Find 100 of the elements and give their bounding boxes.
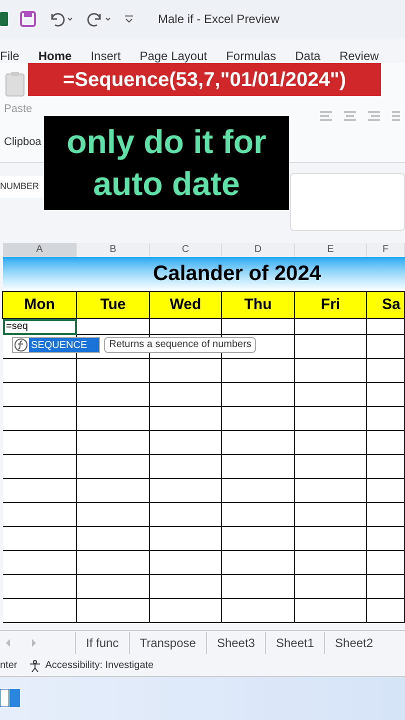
table-cell[interactable] <box>295 359 367 383</box>
table-cell[interactable] <box>295 335 367 359</box>
align-text-icon[interactable] <box>320 111 400 123</box>
table-cell[interactable] <box>3 503 77 527</box>
table-cell[interactable] <box>295 383 367 407</box>
column-header[interactable]: F <box>367 243 405 257</box>
table-cell[interactable] <box>3 455 77 479</box>
table-cell[interactable] <box>367 407 405 431</box>
table-cell[interactable] <box>367 599 405 623</box>
table-cell[interactable] <box>295 479 367 503</box>
table-cell[interactable] <box>77 455 150 479</box>
table-cell[interactable] <box>77 479 150 503</box>
column-header[interactable]: C <box>150 243 222 257</box>
table-cell[interactable] <box>150 479 222 503</box>
table-cell[interactable] <box>295 599 367 623</box>
table-cell[interactable] <box>77 359 150 383</box>
table-cell[interactable] <box>367 335 405 359</box>
ribbon-tab[interactable]: Page Layout <box>140 49 208 63</box>
table-cell[interactable] <box>150 527 222 551</box>
column-header[interactable]: B <box>77 243 150 257</box>
table-cell[interactable] <box>367 431 405 455</box>
redo-icon[interactable] <box>86 11 112 27</box>
name-box[interactable]: NUMBER <box>0 176 43 198</box>
table-cell[interactable] <box>77 527 150 551</box>
ribbon-tab[interactable]: Home <box>38 49 72 63</box>
table-cell[interactable] <box>150 599 222 623</box>
table-cell[interactable] <box>367 359 405 383</box>
ribbon-tab[interactable]: Formulas <box>226 49 276 63</box>
table-cell[interactable] <box>77 383 150 407</box>
table-cell[interactable] <box>222 455 295 479</box>
column-header[interactable]: E <box>295 243 367 257</box>
table-cell[interactable] <box>295 575 367 599</box>
table-cell[interactable] <box>222 431 295 455</box>
table-cell[interactable] <box>77 551 150 575</box>
table-cell[interactable] <box>222 359 295 383</box>
table-cell[interactable] <box>295 407 367 431</box>
table-cell[interactable] <box>3 599 77 623</box>
table-cell[interactable] <box>77 503 150 527</box>
table-cell[interactable] <box>3 575 77 599</box>
table-cell[interactable] <box>222 319 295 335</box>
table-cell[interactable] <box>222 599 295 623</box>
sheet-tab[interactable]: Sheet1 <box>264 632 324 654</box>
table-cell[interactable] <box>77 431 150 455</box>
table-cell[interactable] <box>150 319 222 335</box>
sheet-tab[interactable]: If func <box>75 632 129 654</box>
sheet-tab[interactable]: Sheet3 <box>206 632 265 654</box>
table-cell[interactable] <box>222 407 295 431</box>
table-cell[interactable] <box>367 551 405 575</box>
table-cell[interactable] <box>222 575 295 599</box>
table-cell[interactable] <box>150 455 222 479</box>
table-cell[interactable] <box>3 551 77 575</box>
table-cell[interactable] <box>3 359 77 383</box>
table-cell[interactable] <box>295 527 367 551</box>
table-cell[interactable] <box>367 479 405 503</box>
table-cell[interactable] <box>222 479 295 503</box>
table-cell[interactable] <box>77 599 150 623</box>
table-cell[interactable] <box>367 503 405 527</box>
table-cell[interactable] <box>295 503 367 527</box>
column-header[interactable]: D <box>222 243 295 257</box>
table-cell[interactable] <box>367 527 405 551</box>
ribbon-tab[interactable]: Insert <box>90 49 121 63</box>
table-cell[interactable] <box>367 575 405 599</box>
table-cell[interactable] <box>295 455 367 479</box>
save-icon[interactable] <box>20 11 36 27</box>
customize-toolbar-icon[interactable] <box>124 14 134 24</box>
table-cell[interactable] <box>3 479 77 503</box>
ribbon-tab[interactable]: Data <box>295 49 320 63</box>
table-cell[interactable] <box>150 431 222 455</box>
table-cell[interactable] <box>222 527 295 551</box>
table-cell[interactable] <box>3 527 77 551</box>
table-cell[interactable] <box>77 575 150 599</box>
table-cell[interactable] <box>150 407 222 431</box>
autocomplete-menu[interactable]: SEQUENCE <box>12 337 100 353</box>
table-cell[interactable] <box>222 383 295 407</box>
table-cell[interactable] <box>150 551 222 575</box>
active-cell[interactable]: =seq <box>3 319 77 335</box>
table-cell[interactable] <box>222 551 295 575</box>
sheet-tab[interactable]: Sheet2 <box>324 632 384 654</box>
table-cell[interactable] <box>77 319 150 335</box>
table-cell[interactable] <box>367 319 405 335</box>
table-cell[interactable] <box>3 407 77 431</box>
table-cell[interactable] <box>222 503 295 527</box>
column-header[interactable]: A <box>3 243 77 257</box>
table-cell[interactable] <box>77 407 150 431</box>
windows-icon[interactable] <box>0 689 20 707</box>
table-cell[interactable] <box>295 551 367 575</box>
table-cell[interactable] <box>295 431 367 455</box>
table-cell[interactable] <box>367 455 405 479</box>
table-cell[interactable] <box>150 383 222 407</box>
table-cell[interactable] <box>150 503 222 527</box>
sheet-tab[interactable]: Transpose <box>128 632 206 654</box>
table-cell[interactable] <box>3 383 77 407</box>
table-cell[interactable] <box>367 383 405 407</box>
accessibility-status[interactable]: Accessibility: Investigate <box>29 658 154 673</box>
ribbon-tab[interactable]: Review <box>339 49 379 63</box>
table-cell[interactable] <box>295 319 367 335</box>
table-cell[interactable] <box>150 359 222 383</box>
table-cell[interactable] <box>150 575 222 599</box>
table-cell[interactable] <box>3 431 77 455</box>
ribbon-tab[interactable]: File <box>0 49 20 63</box>
